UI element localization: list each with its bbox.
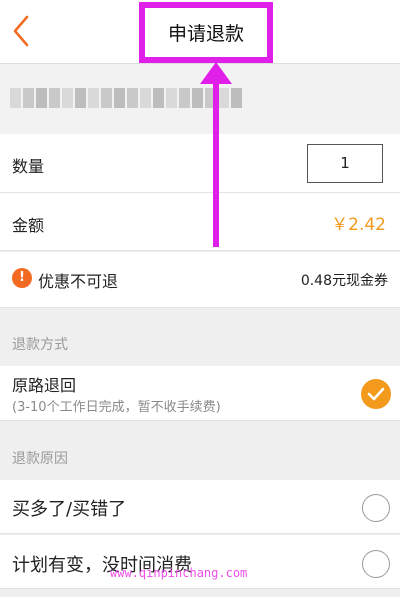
discount-value: 0.48元现金券 <box>300 273 388 289</box>
amount-value: ￥2.42 <box>331 215 386 235</box>
radio-button[interactable] <box>362 494 390 522</box>
refund-page: 申请退款 数量 1 金额 ￥2.42 ! 优惠不可退 0.48元现金券 退款方式… <box>0 0 400 597</box>
amount-label: 金额 <box>12 216 45 235</box>
refund-method-section-title: 退款方式 <box>12 337 68 353</box>
refund-method-title: 原路退回 <box>12 376 77 395</box>
back-button[interactable] <box>8 14 34 48</box>
radio-button[interactable] <box>362 550 390 578</box>
amount-row: 金额 ￥2.42 <box>0 193 400 251</box>
page-title: 申请退款 <box>167 23 244 45</box>
quantity-label: 数量 <box>12 157 45 176</box>
selected-check-icon[interactable] <box>361 379 391 409</box>
refund-reason-section-title: 退款原因 <box>12 451 68 467</box>
reason-option-label: 买多了/买错了 <box>12 499 127 520</box>
watermark: www.qinpinchang.com <box>110 566 248 580</box>
exclamation-icon: ! <box>12 268 32 288</box>
nav-header: 申请退款 <box>0 0 400 64</box>
annotation-highlight-box: 申请退款 <box>139 2 273 63</box>
chevron-left-icon <box>13 15 29 47</box>
discount-label: 优惠不可退 <box>38 272 119 291</box>
refund-method-subtitle: (3-10个工作日完成，暂不收手续费) <box>12 400 221 415</box>
quantity-input[interactable]: 1 <box>307 144 383 183</box>
blurred-product-name <box>10 88 242 108</box>
